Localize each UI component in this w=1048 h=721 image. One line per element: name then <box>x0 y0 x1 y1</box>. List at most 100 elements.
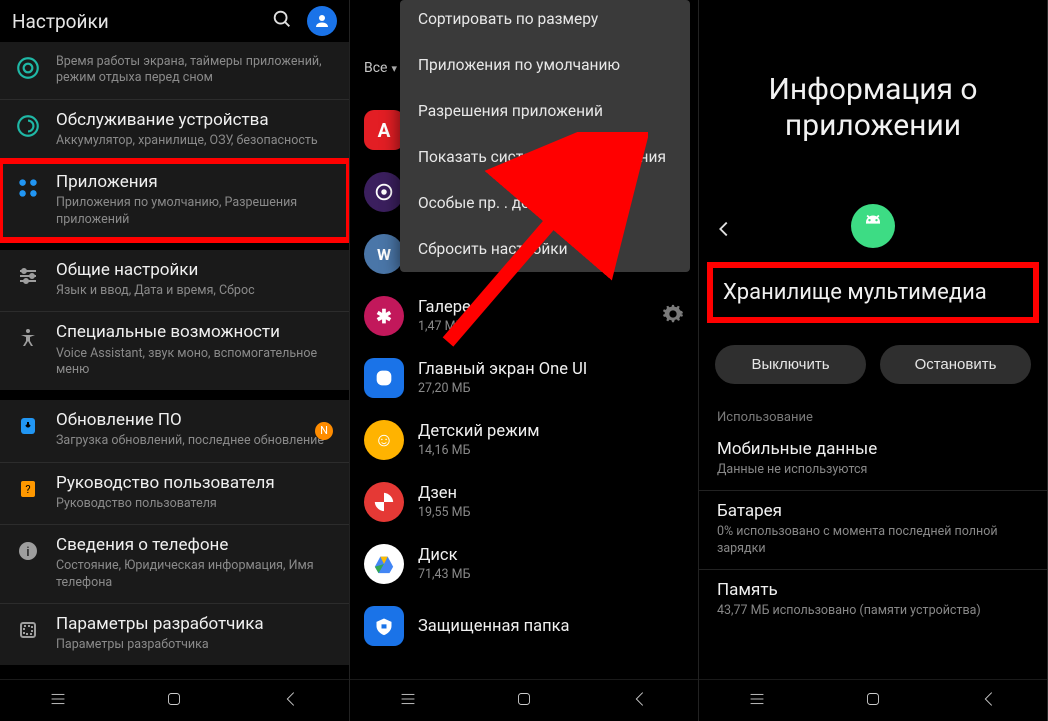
filter-all[interactable]: Все ▾ <box>364 60 401 76</box>
app-name: Хранилище мультимедиа <box>719 280 1027 305</box>
app-row-drive[interactable]: Диск 71,43 МБ <box>350 534 698 596</box>
back-button[interactable] <box>978 688 1000 714</box>
row-title: Сведения о телефоне <box>56 535 335 556</box>
app-icon-wrap <box>699 204 1047 248</box>
app-row-oneui[interactable]: Главный экран One UI 27,20 МБ <box>350 348 698 410</box>
usage-battery[interactable]: Батарея 0% использовано с момента послед… <box>699 490 1047 569</box>
row-software-update[interactable]: Обновление ПО Загрузка обновлений, после… <box>0 400 349 462</box>
settings-header: Настройки <box>0 0 349 42</box>
app-size: 71,43 МБ <box>418 567 684 582</box>
back-button[interactable] <box>280 688 302 714</box>
row-developer[interactable]: Параметры разработчика Параметры разрабо… <box>0 603 349 666</box>
gear-icon[interactable] <box>662 303 684 329</box>
row-title: Руководство пользователя <box>56 473 335 494</box>
menu-special-access[interactable]: Особые пр. . доступа <box>400 180 690 226</box>
digital-wellbeing-icon <box>14 54 42 82</box>
app-icon: ☺ <box>364 420 404 460</box>
row-sub: Язык и ввод, Дата и время, Сброс <box>56 283 335 299</box>
app-info-panel: Информация о приложении Хранилище мульти… <box>698 0 1047 721</box>
filter-label: Все <box>364 60 387 76</box>
back-button[interactable] <box>629 688 651 714</box>
general-icon <box>14 262 42 290</box>
svg-text:i: i <box>26 545 29 560</box>
usage-mobile-data[interactable]: Мобильные данные Данные не используются <box>699 429 1047 490</box>
home-button[interactable] <box>163 688 185 714</box>
menu-sort-by-size[interactable]: Сортировать по размеру <box>400 0 690 42</box>
row-title: Обслуживание устройства <box>56 110 335 131</box>
usage-title: Батарея <box>717 501 1029 521</box>
about-icon: i <box>14 537 42 565</box>
manual-icon: ? <box>14 475 42 503</box>
settings-list: Время работы экрана, таймеры приложений,… <box>0 42 349 665</box>
app-name-highlight: Хранилище мультимедиа <box>707 262 1039 323</box>
app-name: Защищенная папка <box>418 617 684 636</box>
overflow-menu: Сортировать по размеру Приложения по умо… <box>400 0 690 272</box>
row-sub: Аккумулятор, хранилище, ОЗУ, безопасност… <box>56 133 335 149</box>
app-icon <box>364 358 404 398</box>
app-name: Дзен <box>418 484 684 503</box>
app-name: Галерея <box>418 298 648 317</box>
row-manual[interactable]: ? Руководство пользователя Руководство п… <box>0 462 349 525</box>
home-button[interactable] <box>513 688 535 714</box>
app-size: 1,47 МБ <box>418 319 648 334</box>
recent-apps-button[interactable] <box>47 688 69 714</box>
row-about-phone[interactable]: i Сведения о телефоне Состояние, Юридиче… <box>0 524 349 603</box>
row-apps[interactable]: Приложения Приложения по умолчанию, Разр… <box>0 161 349 240</box>
app-icon: W <box>364 234 404 274</box>
app-size: 19,55 МБ <box>418 505 684 520</box>
usage-sub: Данные не используются <box>717 462 1029 478</box>
force-stop-button[interactable]: Остановить <box>880 345 1031 384</box>
row-title: Приложения <box>56 172 335 193</box>
menu-reset-settings[interactable]: Сбросить настройки <box>400 226 690 272</box>
app-row-kids[interactable]: ☺ Детский режим 14,16 МБ <box>350 410 698 472</box>
usage-storage[interactable]: Память 43,77 МБ использовано (памяти уст… <box>699 569 1047 631</box>
menu-app-permissions[interactable]: Разрешения приложений <box>400 88 690 134</box>
chevron-down-icon: ▾ <box>391 62 397 75</box>
row-sub: Время работы экрана, таймеры приложений,… <box>56 54 335 87</box>
row-sub: Загрузка обновлений, последнее обновлени… <box>56 433 335 449</box>
avatar[interactable] <box>307 6 337 36</box>
back-icon[interactable] <box>713 218 735 244</box>
app-icon <box>364 172 404 212</box>
app-name: Детский режим <box>418 422 684 441</box>
svg-text:?: ? <box>25 483 30 496</box>
recent-apps-button[interactable] <box>746 688 768 714</box>
row-sub: Руководство пользователя <box>56 496 335 512</box>
row-sub: Voice Assistant, звук моно, вспомогатель… <box>56 346 335 379</box>
app-size: 14,16 МБ <box>418 443 684 458</box>
app-size: 27,20 МБ <box>418 381 684 396</box>
usage-list: Мобильные данные Данные не используются … <box>699 429 1047 631</box>
home-button[interactable] <box>862 688 884 714</box>
developer-icon <box>14 616 42 644</box>
app-icon <box>364 606 404 646</box>
page-title: Настройки <box>12 10 109 33</box>
disable-button[interactable]: Выключить <box>715 345 866 384</box>
row-sub: Приложения по умолчанию, Разрешения прил… <box>56 195 335 228</box>
recent-apps-button[interactable] <box>397 688 419 714</box>
usage-sub: 0% использовано с момента последней полн… <box>717 524 1029 557</box>
app-row-secure-folder[interactable]: Защищенная папка <box>350 596 698 658</box>
row-title: Специальные возможности <box>56 322 335 343</box>
android-navbar <box>699 679 1047 721</box>
search-icon[interactable] <box>271 8 293 35</box>
row-title: Обновление ПО <box>56 410 335 431</box>
row-digital-wellbeing[interactable]: Время работы экрана, таймеры приложений,… <box>0 42 349 99</box>
app-icon <box>364 482 404 522</box>
row-title: Параметры разработчика <box>56 614 335 635</box>
apps-icon <box>14 174 42 202</box>
android-navbar <box>0 679 349 721</box>
android-navbar <box>350 679 698 721</box>
app-row-dzen[interactable]: Дзен 19,55 МБ <box>350 472 698 534</box>
row-accessibility[interactable]: Специальные возможности Voice Assistant,… <box>0 311 349 390</box>
app-name: Главный экран One UI <box>418 360 684 379</box>
app-icon: А <box>364 110 404 150</box>
usage-sub: 43,77 МБ использовано (памяти устройства… <box>717 603 1029 619</box>
usage-section-label: Использование <box>717 410 1029 425</box>
row-device-care[interactable]: Обслуживание устройства Аккумулятор, хра… <box>0 99 349 162</box>
row-general[interactable]: Общие настройки Язык и ввод, Дата и врем… <box>0 250 349 312</box>
app-icon: ✱ <box>364 296 404 336</box>
page-title: Информация о приложении <box>699 0 1047 174</box>
app-row-gallery[interactable]: ✱ Галерея 1,47 МБ <box>350 286 698 348</box>
menu-show-system-apps[interactable]: Показать системные приложения <box>400 134 690 180</box>
menu-default-apps[interactable]: Приложения по умолчанию <box>400 42 690 88</box>
